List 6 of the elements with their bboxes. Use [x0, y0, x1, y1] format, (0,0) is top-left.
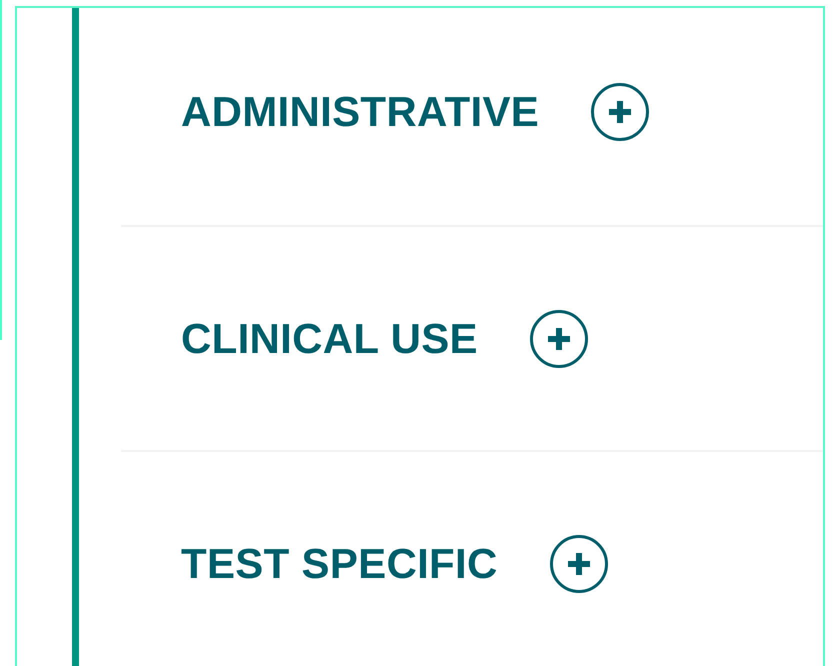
section-title: CLINICAL USE [181, 314, 478, 362]
plus-icon [568, 553, 590, 576]
plus-icon [609, 100, 632, 123]
section-title: ADMINISTRATIVE [181, 88, 540, 136]
plus-icon [548, 328, 570, 350]
section-title: TEST SPECIFIC [181, 540, 498, 588]
